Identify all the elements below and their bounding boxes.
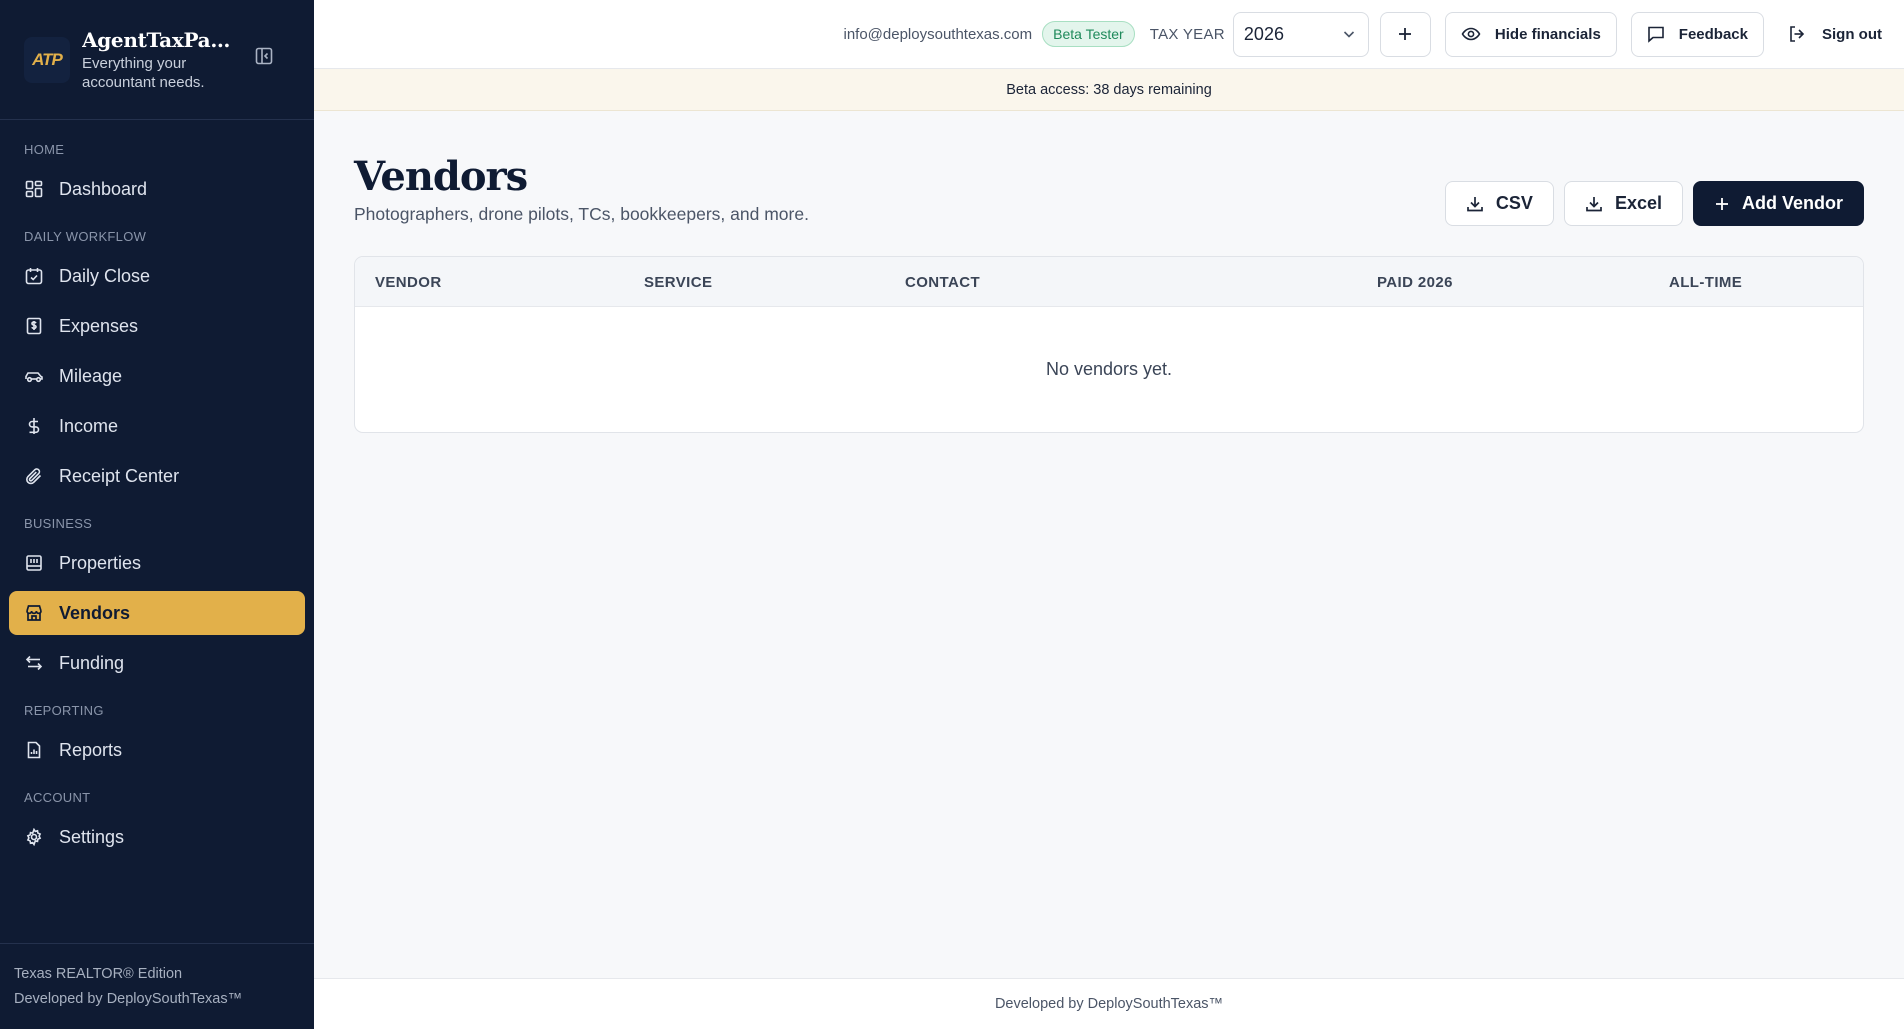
column-header-all-time[interactable]: ALL-TIME (1669, 274, 1742, 291)
sidebar-item-daily-close[interactable]: Daily Close (9, 254, 305, 298)
vendors-table: VENDOR SERVICE CONTACT PAID 2026 ALL-TIM… (354, 256, 1864, 433)
beta-access-text: Beta access: 38 days remaining (1006, 81, 1212, 98)
developer-credit: Developed by DeploySouthTexas™ (14, 991, 243, 1007)
sidebar-item-receipt-center[interactable]: Receipt Center (9, 454, 305, 498)
edition-text: Texas REALTOR® Edition (14, 966, 183, 982)
feedback-label: Feedback (1678, 25, 1748, 43)
nav-section-reporting: REPORTING (24, 703, 104, 718)
chevron-down-icon (1342, 27, 1356, 41)
top-bar: info@deploysouthtexas.com Beta Tester TA… (314, 0, 1904, 69)
sidebar-footer: Texas REALTOR® Edition Developed by Depl… (0, 943, 314, 1029)
sidebar-item-label: Vendors (59, 602, 131, 623)
hide-financials-label: Hide financials (1494, 25, 1601, 43)
main-content: Vendors Photographers, drone pilots, TCs… (354, 111, 1864, 433)
receipt-dollar-icon (24, 316, 44, 336)
sidebar-item-income[interactable]: Income (9, 404, 305, 448)
arrows-left-right-icon (24, 653, 44, 673)
sidebar-collapse-icon[interactable] (254, 46, 274, 66)
page-title: Vendors (354, 153, 528, 200)
add-vendor-button[interactable]: Add Vendor (1692, 181, 1864, 226)
gear-icon (24, 827, 44, 847)
column-header-vendor[interactable]: VENDOR (375, 274, 442, 291)
sidebar-item-label: Settings (59, 826, 125, 847)
page-subtitle: Photographers, drone pilots, TCs, bookke… (354, 204, 809, 224)
tax-year-value: 2026 (1243, 23, 1284, 44)
nav-section-daily-workflow: DAILY WORKFLOW (24, 229, 147, 244)
plus-icon (1714, 196, 1730, 212)
sidebar-item-reports[interactable]: Reports (9, 728, 305, 772)
app-tagline: Everything your accountant needs. (82, 54, 205, 91)
download-icon (1466, 195, 1484, 213)
nav-section-account: ACCOUNT (24, 790, 91, 805)
add-vendor-label: Add Vendor (1741, 193, 1843, 213)
app-name: AgentTaxPack... (82, 27, 232, 52)
column-header-paid[interactable]: PAID 2026 (1377, 274, 1453, 291)
export-excel-label: Excel (1614, 193, 1662, 213)
sign-out-button[interactable]: Sign out (1788, 25, 1882, 43)
car-icon (24, 366, 44, 386)
plus-icon (1397, 26, 1413, 42)
sidebar-item-label: Expenses (59, 315, 139, 336)
page-actions: CSV Excel Add Vendor (1435, 181, 1864, 226)
sidebar-item-label: Reports (59, 739, 123, 760)
paperclip-icon (24, 466, 44, 486)
sign-out-label: Sign out (1822, 25, 1882, 43)
log-out-icon (1788, 25, 1806, 43)
export-csv-button[interactable]: CSV (1444, 181, 1554, 226)
sidebar-item-label: Dashboard (59, 178, 148, 199)
page-header: Vendors Photographers, drone pilots, TCs… (354, 111, 1864, 256)
export-excel-button[interactable]: Excel (1563, 181, 1683, 226)
message-square-icon (1647, 25, 1665, 43)
dollar-icon (24, 416, 44, 436)
column-header-contact[interactable]: CONTACT (905, 274, 980, 291)
empty-state-message: No vendors yet. (1045, 359, 1173, 379)
beta-tester-badge: Beta Tester (1042, 21, 1135, 47)
sidebar-item-expenses[interactable]: Expenses (9, 304, 305, 348)
sidebar-item-label: Income (59, 415, 119, 436)
page-footer: Developed by DeploySouthTexas™ (314, 978, 1904, 1029)
sidebar-item-mileage[interactable]: Mileage (9, 354, 305, 398)
hide-financials-button[interactable]: Hide financials (1444, 11, 1617, 57)
tax-year-label: TAX YEAR (1149, 25, 1225, 43)
report-icon (24, 740, 44, 760)
add-button[interactable] (1379, 11, 1431, 57)
feedback-button[interactable]: Feedback (1630, 11, 1764, 57)
store-icon (24, 603, 44, 623)
sidebar: ATP AgentTaxPack... Everything your acco… (0, 0, 314, 1029)
sidebar-item-funding[interactable]: Funding (9, 641, 305, 685)
sidebar-item-settings[interactable]: Settings (9, 815, 305, 859)
beta-access-banner: Beta access: 38 days remaining (314, 69, 1904, 111)
nav-section-business: BUSINESS (24, 516, 93, 531)
table-header: VENDOR SERVICE CONTACT PAID 2026 ALL-TIM… (355, 257, 1863, 307)
nav-section-home: HOME (24, 142, 65, 157)
sidebar-item-label: Daily Close (59, 265, 151, 286)
app-logo[interactable]: ATP (24, 36, 70, 83)
grid-icon (24, 179, 44, 199)
eye-icon (1461, 26, 1481, 42)
sidebar-item-dashboard[interactable]: Dashboard (9, 167, 305, 211)
sidebar-item-label: Receipt Center (59, 465, 180, 486)
empty-state: No vendors yet. (355, 307, 1863, 432)
sidebar-item-label: Funding (59, 652, 125, 673)
tax-year-select[interactable]: 2026 (1232, 11, 1369, 57)
download-icon (1585, 195, 1603, 213)
sidebar-item-properties[interactable]: Properties (9, 541, 305, 585)
sidebar-nav: HOME Dashboard DAILY WORKFLOW Daily Clos… (0, 120, 314, 859)
column-header-service[interactable]: SERVICE (644, 274, 712, 291)
footer-credit: Developed by DeploySouthTexas™ (994, 996, 1224, 1012)
building-icon (24, 553, 44, 573)
sidebar-item-vendors[interactable]: Vendors (9, 591, 305, 635)
calendar-check-icon (24, 266, 44, 286)
sidebar-item-label: Mileage (59, 365, 123, 386)
user-email: info@deploysouthtexas.com (843, 25, 1033, 43)
export-csv-label: CSV (1495, 193, 1533, 213)
sidebar-item-label: Properties (59, 552, 142, 573)
brand-header: ATP AgentTaxPack... Everything your acco… (0, 0, 314, 120)
